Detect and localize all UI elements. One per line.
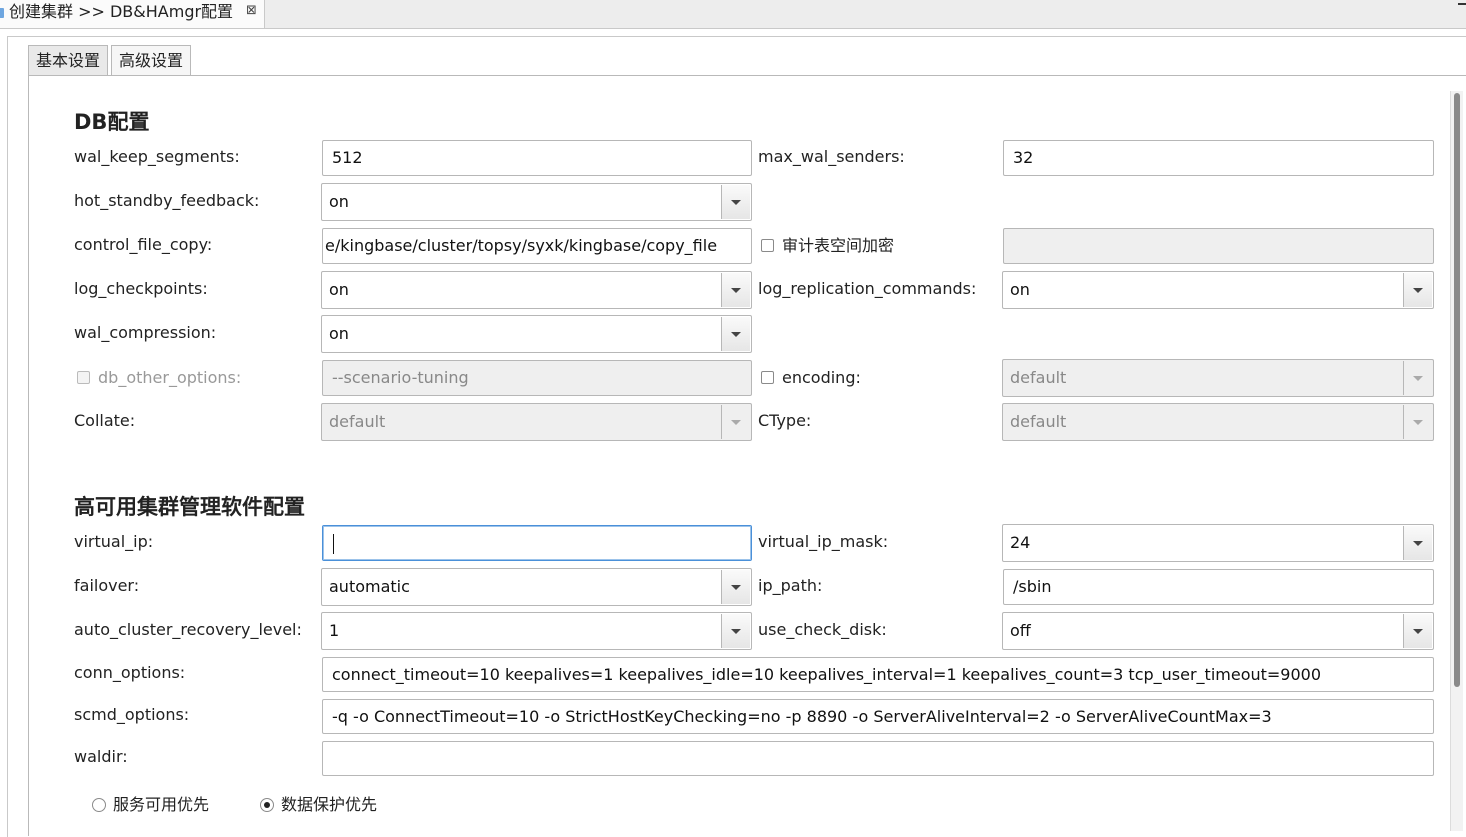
control-file-copy-label: control_file_copy:	[74, 235, 213, 254]
audit-encrypt-input	[1003, 228, 1434, 264]
ip-path-label: ip_path:	[758, 576, 823, 595]
chevron-down-icon[interactable]	[721, 273, 750, 307]
ctype-select: default	[1002, 403, 1434, 441]
virtual-ip-label: virtual_ip:	[74, 532, 154, 551]
vertical-scrollbar[interactable]	[1450, 91, 1463, 831]
tab-basic-settings[interactable]: 基本设置	[28, 45, 109, 76]
wal-compression-label: wal_compression:	[74, 323, 217, 342]
log-checkpoints-value: on	[329, 280, 349, 299]
virtual-ip-input[interactable]	[322, 525, 752, 561]
log-replication-commands-label: log_replication_commands:	[758, 279, 977, 298]
db-section-title: DB配置	[74, 110, 150, 134]
scrollbar-thumb[interactable]	[1454, 93, 1460, 687]
control-file-copy-value: e/kingbase/cluster/topsy/syxk/kingbase/c…	[325, 236, 718, 255]
hot-standby-feedback-label: hot_standby_feedback:	[74, 191, 260, 210]
log-checkpoints-select[interactable]: on	[321, 271, 752, 309]
wal-compression-value: on	[329, 324, 349, 343]
collate-label: Collate:	[74, 411, 136, 430]
waldir-input[interactable]	[322, 741, 1434, 776]
log-checkpoints-label: log_checkpoints:	[74, 279, 208, 298]
collate-value: default	[329, 412, 386, 431]
chevron-down-icon	[1403, 405, 1432, 439]
conn-options-label: conn_options:	[74, 663, 186, 682]
scmd-options-input[interactable]: -q -o ConnectTimeout=10 -o StrictHostKey…	[322, 699, 1434, 734]
failover-select[interactable]: automatic	[321, 568, 752, 606]
control-file-copy-input[interactable]: e/kingbase/cluster/topsy/syxk/kingbase/c…	[322, 228, 752, 264]
close-icon[interactable]: ⊠	[246, 3, 257, 18]
waldir-label: waldir:	[74, 747, 128, 766]
auto-cluster-recovery-level-value: 1	[329, 621, 340, 640]
failover-label: failover:	[74, 576, 140, 595]
encoding-select: default	[1002, 359, 1434, 397]
tab-advanced-settings[interactable]: 高级设置	[111, 45, 192, 77]
ctype-value: default	[1010, 412, 1067, 431]
hot-standby-feedback-value: on	[329, 192, 349, 211]
max-wal-senders-label: max_wal_senders:	[758, 147, 905, 166]
data-priority-radio[interactable]	[260, 798, 274, 812]
audit-encrypt-label: 审计表空间加密	[782, 236, 895, 255]
encoding-value: default	[1010, 368, 1067, 387]
text-caret	[333, 533, 334, 554]
db-other-options-input: --scenario-tuning	[322, 360, 752, 396]
virtual-ip-mask-label: virtual_ip_mask:	[758, 532, 889, 551]
chevron-down-icon[interactable]	[721, 570, 750, 604]
ctype-label: CType:	[758, 411, 812, 430]
use-check-disk-label: use_check_disk:	[758, 620, 887, 639]
use-check-disk-value: off	[1010, 621, 1031, 640]
db-other-options-checkbox[interactable]	[77, 371, 90, 384]
ha-section-title: 高可用集群管理软件配置	[74, 495, 305, 519]
chevron-down-icon	[1403, 361, 1432, 395]
ip-path-input[interactable]: /sbin	[1003, 569, 1434, 605]
log-replication-commands-select[interactable]: on	[1002, 271, 1434, 309]
wal-compression-select[interactable]: on	[321, 315, 752, 353]
db-other-options-label: db_other_options:	[98, 368, 242, 387]
encoding-checkbox[interactable]	[761, 371, 774, 384]
editor-tab-db-hamgr[interactable]: 创建集群 >> DB&HAmgr配置 ⊠	[0, 0, 265, 28]
use-check-disk-select[interactable]: off	[1002, 612, 1434, 650]
audit-encrypt-checkbox[interactable]	[761, 239, 774, 252]
data-priority-label: 数据保护优先	[281, 795, 378, 814]
file-icon	[0, 8, 4, 18]
virtual-ip-mask-select[interactable]: 24	[1002, 524, 1434, 562]
chevron-down-icon[interactable]	[721, 614, 750, 648]
chevron-down-icon[interactable]	[721, 317, 750, 351]
log-replication-commands-value: on	[1010, 280, 1030, 299]
chevron-down-icon[interactable]	[1403, 526, 1432, 560]
auto-cluster-recovery-level-label: auto_cluster_recovery_level:	[74, 620, 302, 639]
hot-standby-feedback-select[interactable]: on	[321, 183, 752, 221]
chevron-down-icon	[721, 405, 750, 439]
collate-select: default	[321, 403, 752, 441]
virtual-ip-mask-value: 24	[1010, 533, 1031, 552]
max-wal-senders-input[interactable]: 32	[1003, 140, 1434, 176]
failover-value: automatic	[329, 577, 410, 596]
minimize-icon[interactable]	[1458, 3, 1466, 5]
service-priority-radio[interactable]	[92, 798, 106, 812]
editor-tab-bar: 创建集群 >> DB&HAmgr配置 ⊠	[0, 0, 1466, 29]
wal-keep-segments-label: wal_keep_segments:	[74, 147, 240, 166]
editor-tab-title: 创建集群 >> DB&HAmgr配置	[9, 2, 234, 21]
chevron-down-icon[interactable]	[1403, 614, 1432, 648]
encoding-label: encoding:	[782, 368, 861, 387]
service-priority-label: 服务可用优先	[113, 795, 210, 814]
wal-keep-segments-input[interactable]: 512	[322, 140, 752, 176]
conn-options-input[interactable]: connect_timeout=10 keepalives=1 keepaliv…	[322, 657, 1434, 692]
chevron-down-icon[interactable]	[721, 185, 750, 219]
auto-cluster-recovery-level-select[interactable]: 1	[321, 612, 752, 650]
chevron-down-icon[interactable]	[1403, 273, 1432, 307]
scmd-options-label: scmd_options:	[74, 705, 190, 724]
